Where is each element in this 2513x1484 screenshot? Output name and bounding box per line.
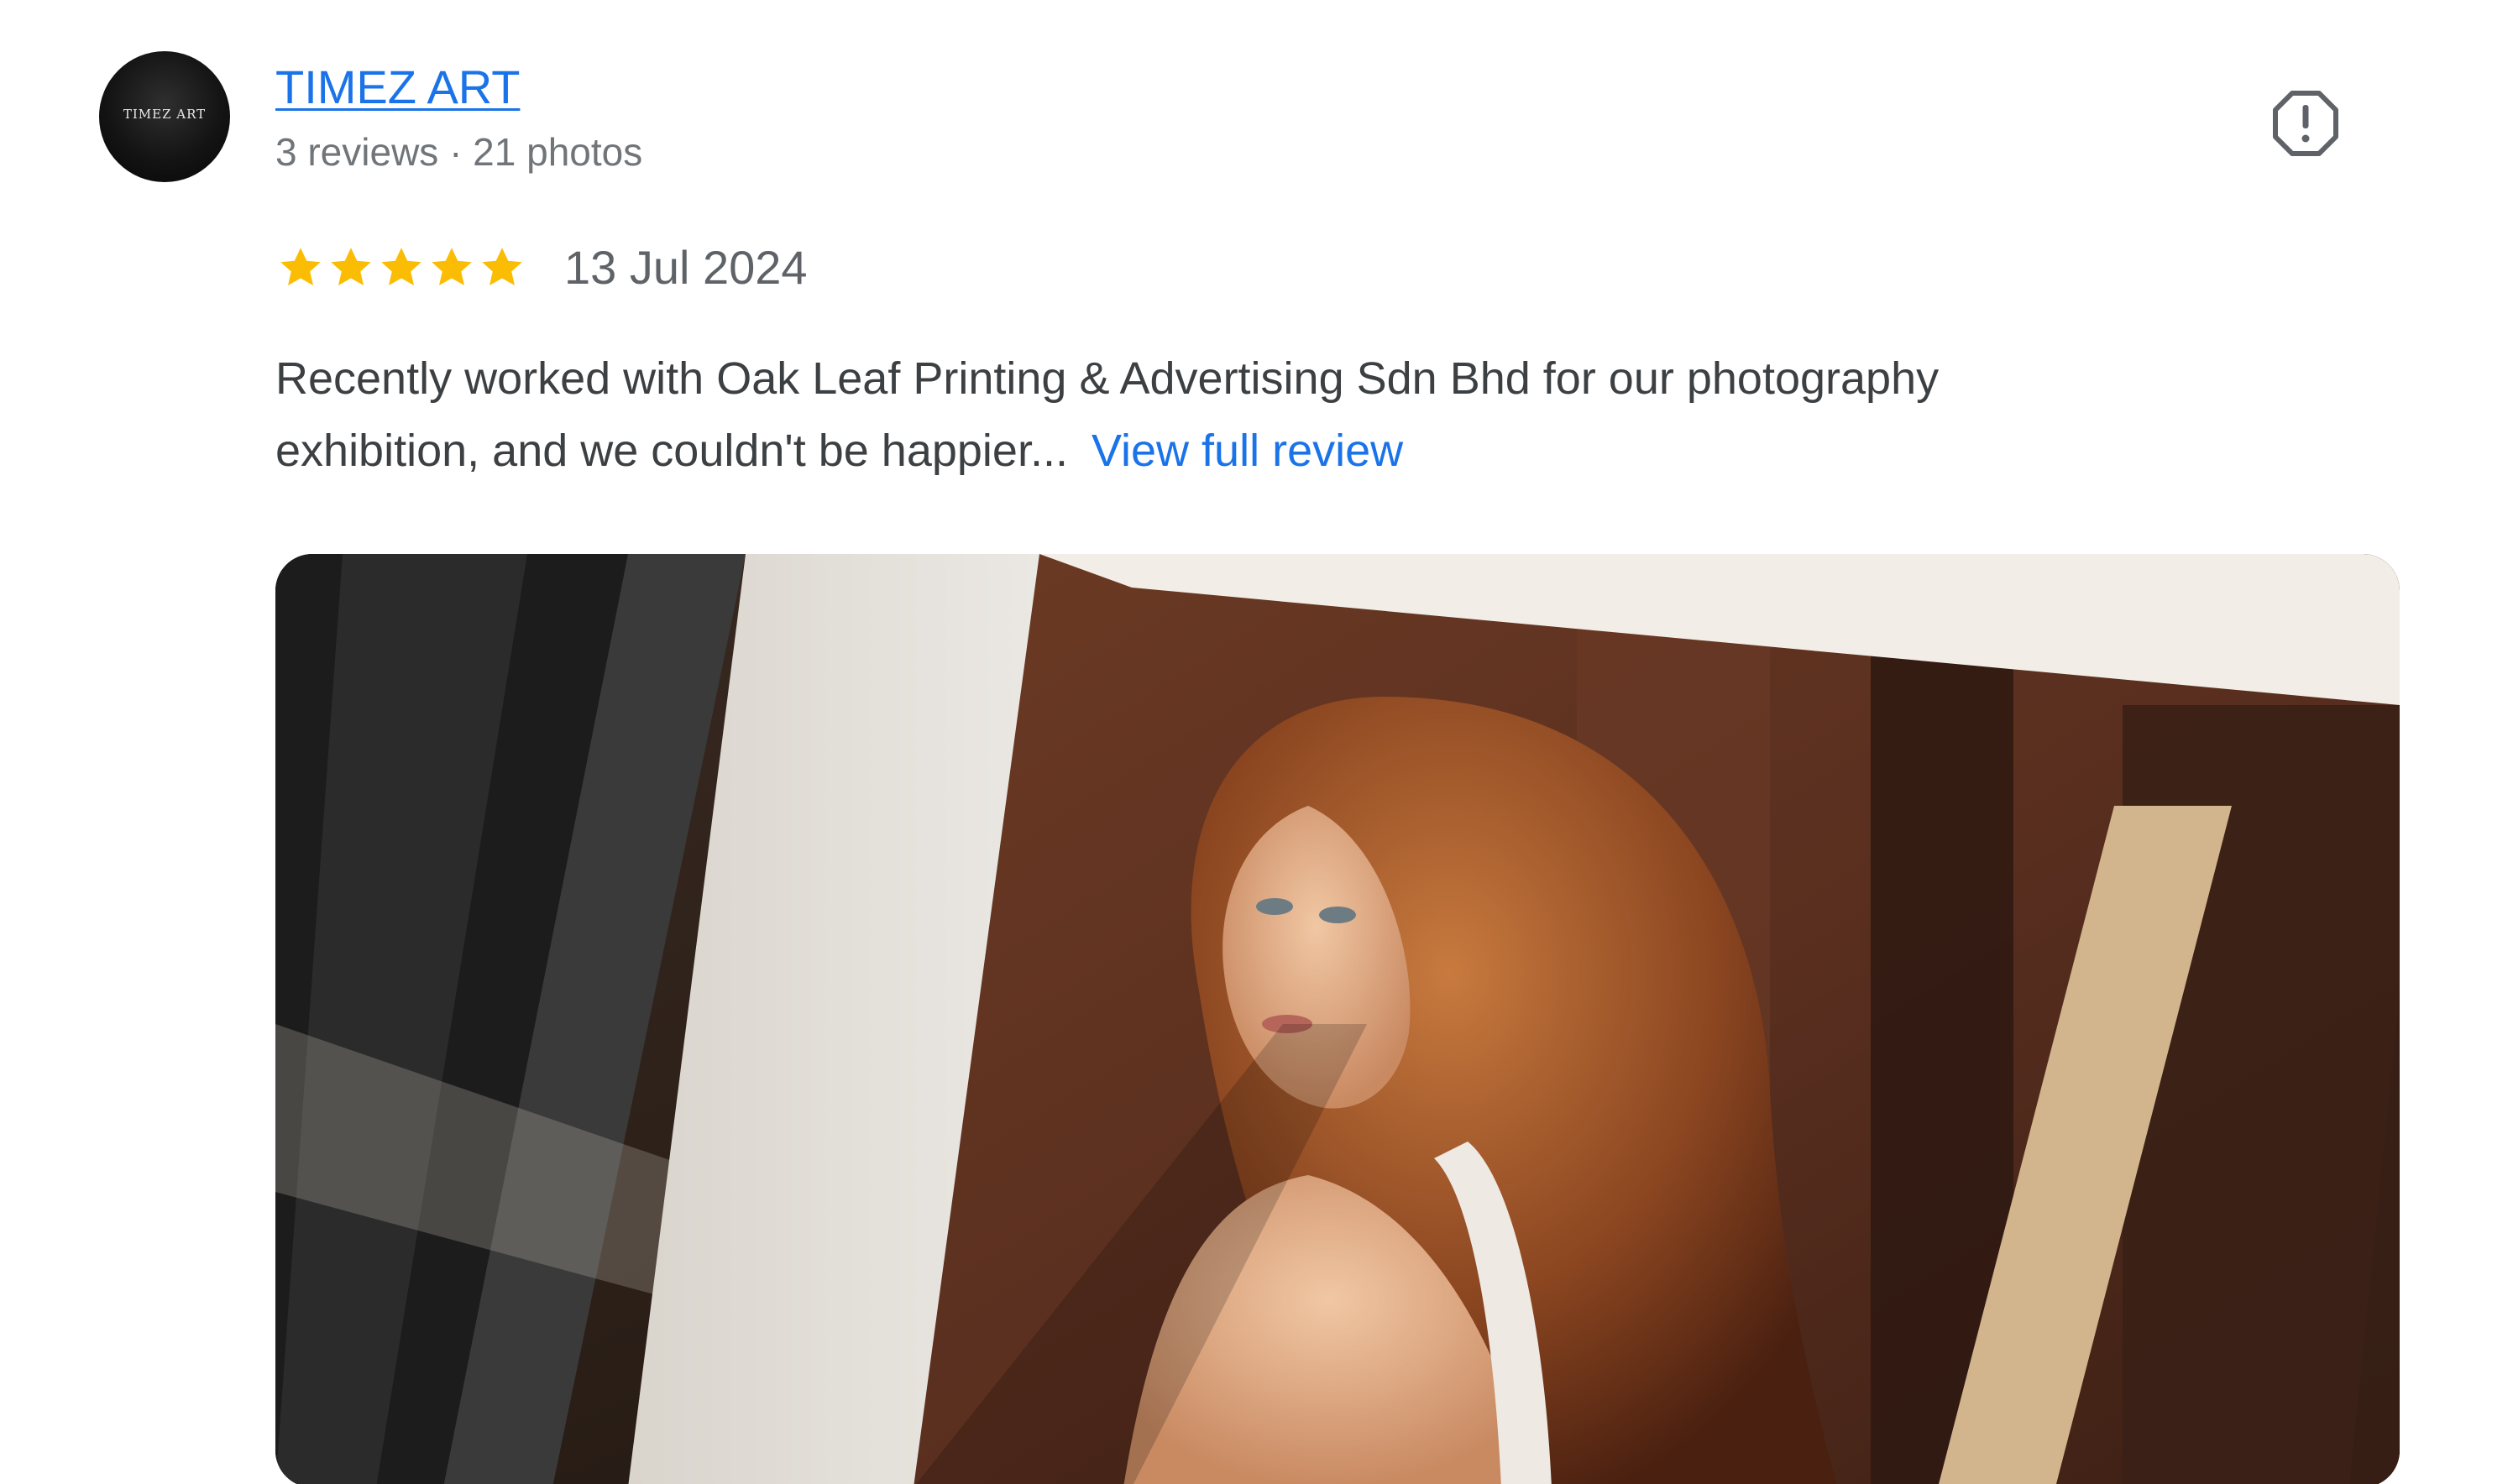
view-full-review-link[interactable]: View full review (1092, 426, 1403, 476)
review-date: 13 Jul 2024 (564, 241, 808, 294)
reviewer-meta: 3 reviews · 21 photos (275, 130, 643, 174)
review-photo-image (275, 554, 2400, 1484)
review-text: Recently worked with Oak Leaf Printing &… (275, 342, 2458, 487)
review-text-line-2: exhibition, and we couldn't be happier..… (275, 415, 2458, 487)
star-icon (432, 248, 472, 285)
review-photo[interactable] (275, 554, 2400, 1484)
star-icon (280, 248, 321, 285)
reviewer-name-link[interactable]: TIMEZ ART (275, 60, 520, 114)
star-rating (275, 238, 527, 297)
flag-report-icon (2273, 91, 2338, 156)
review-card: TIMEZ ART TIMEZ ART 3 reviews · 21 photo… (0, 0, 2513, 1484)
star-icon (381, 248, 421, 285)
star-icon (331, 248, 371, 285)
review-text-line-1: Recently worked with Oak Leaf Printing &… (275, 353, 1940, 404)
review-text-line-2-body: exhibition, and we couldn't be happier..… (275, 426, 1068, 476)
reviewer-avatar[interactable]: TIMEZ ART (99, 51, 230, 182)
star-icon (482, 248, 522, 285)
report-review-button[interactable] (2270, 88, 2341, 159)
avatar-text: TIMEZ ART (123, 107, 207, 122)
